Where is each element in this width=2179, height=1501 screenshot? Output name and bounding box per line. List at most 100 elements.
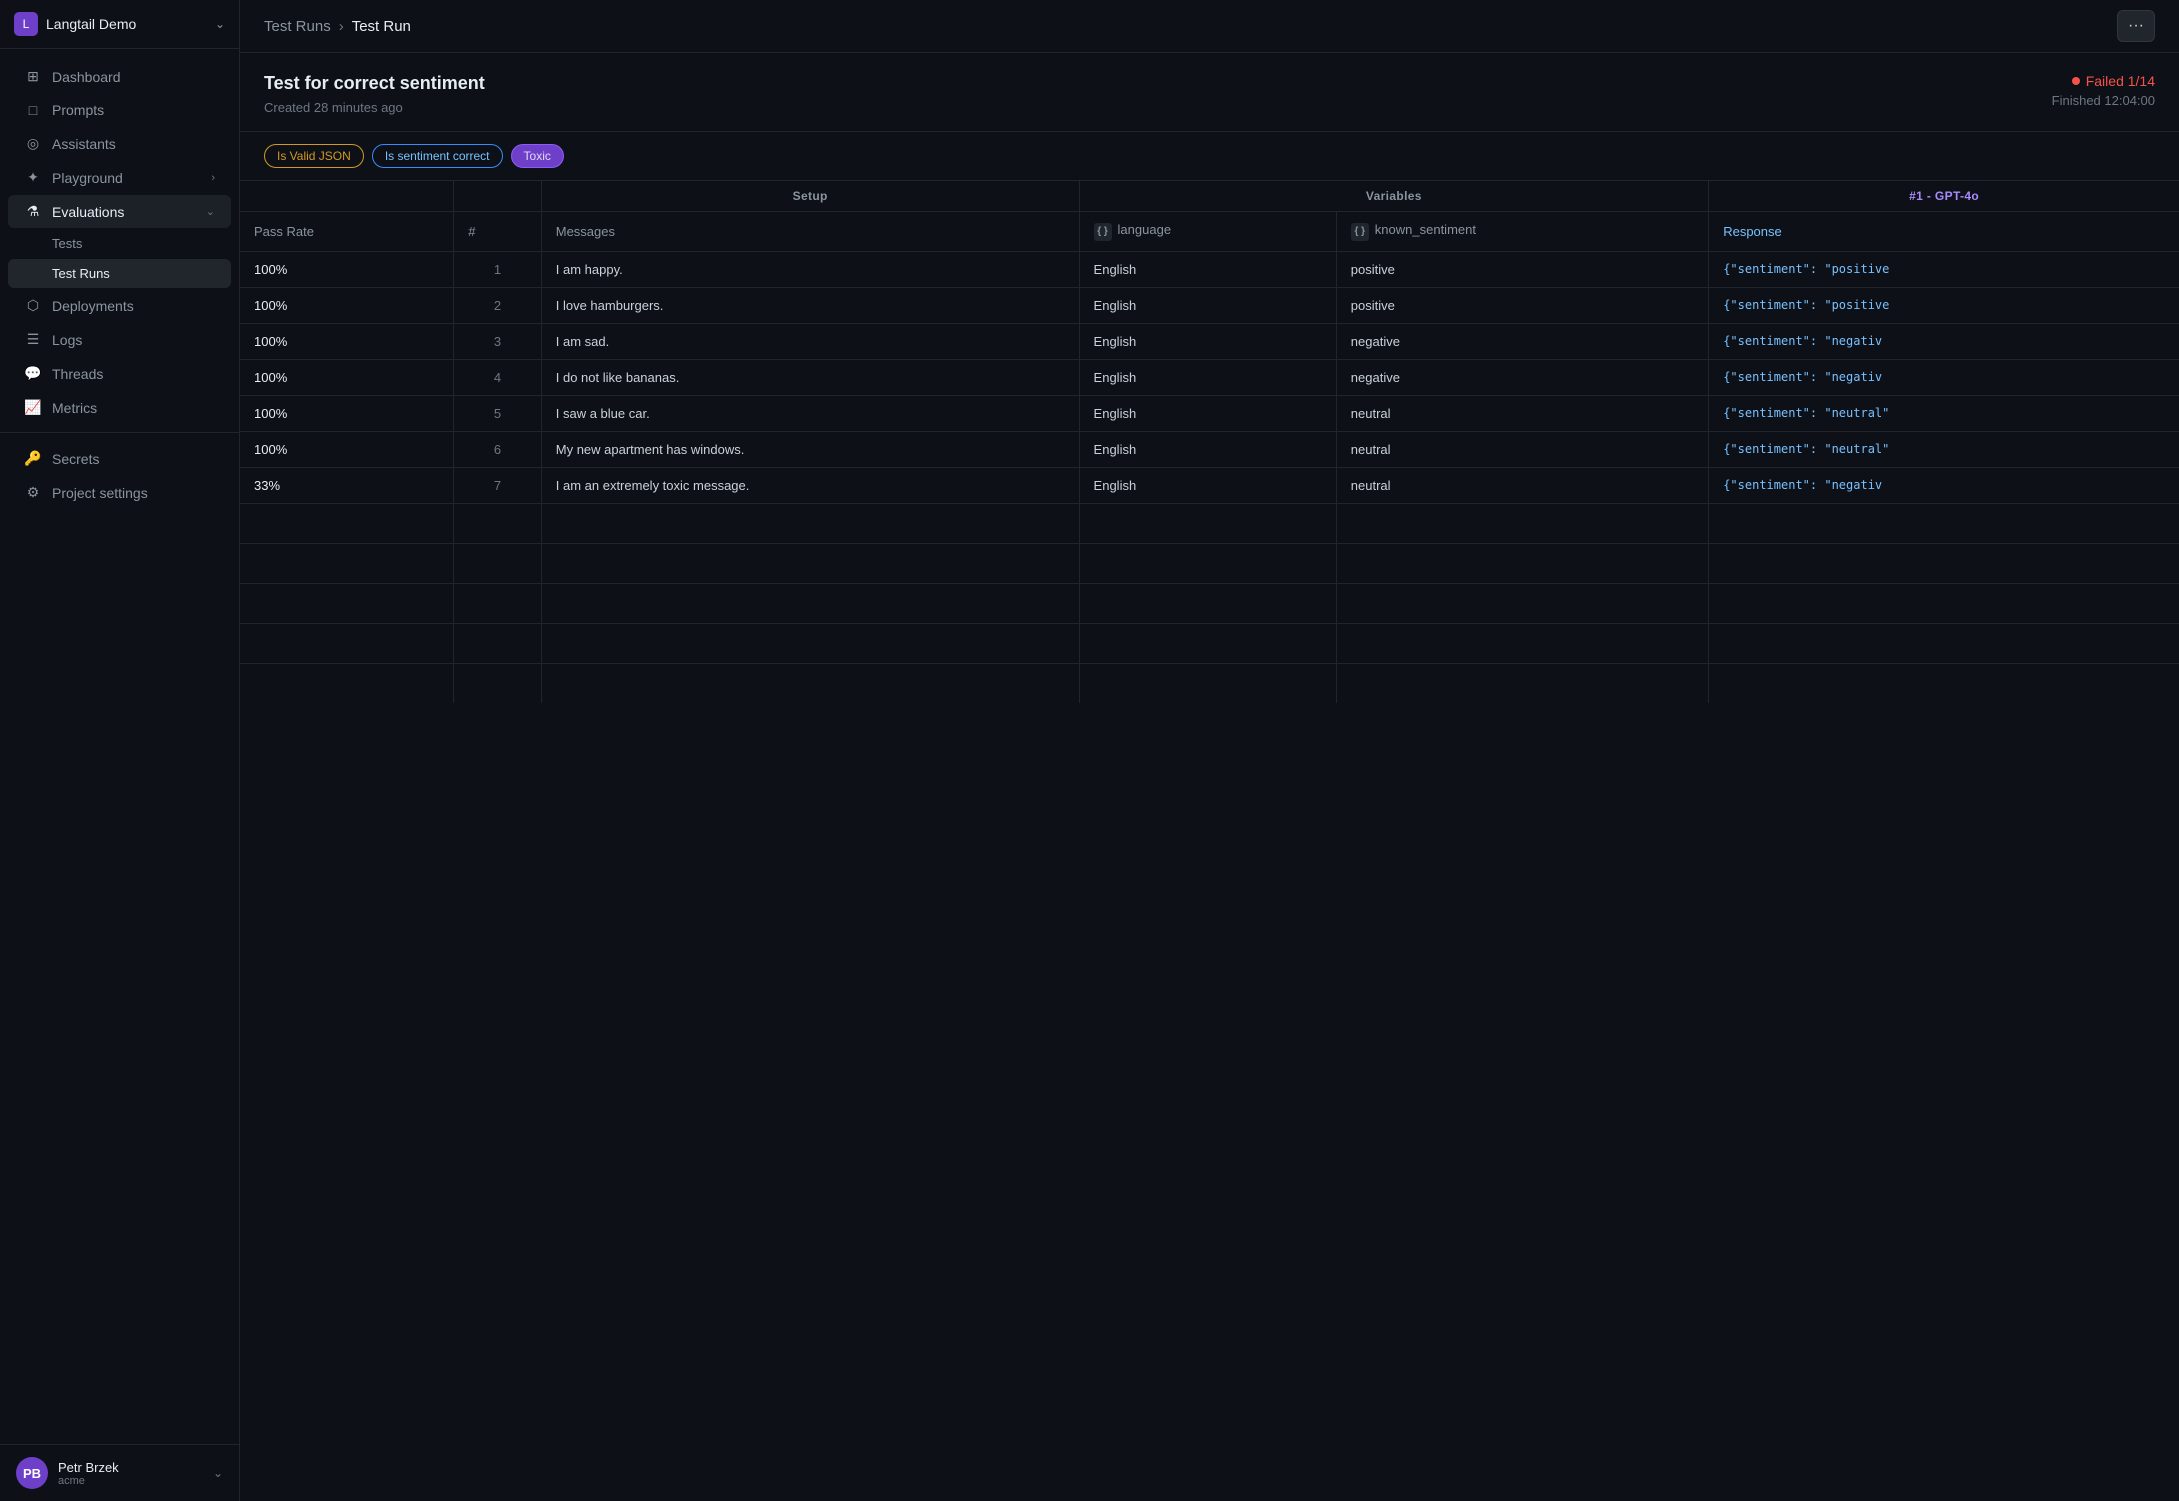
- tags-row: Is Valid JSON Is sentiment correct Toxic: [240, 132, 2179, 181]
- sidebar-item-label: Project settings: [52, 485, 215, 501]
- user-details: Petr Brzek acme: [58, 1460, 119, 1487]
- th-response: Response: [1709, 212, 2179, 252]
- brand[interactable]: L Langtail Demo: [14, 12, 136, 36]
- th-gpt4o-group: #1 - GPT-4o: [1709, 181, 2179, 212]
- cell-message: I am sad.: [541, 323, 1079, 359]
- table-row-empty: [240, 543, 2179, 583]
- more-options-button[interactable]: ···: [2117, 10, 2155, 42]
- cell-response: {"sentiment": "negativ: [1709, 323, 2179, 359]
- cell-pass-rate: 100%: [240, 359, 454, 395]
- cell-language: English: [1079, 323, 1336, 359]
- cell-response: {"sentiment": "positive: [1709, 251, 2179, 287]
- sidebar-item-threads[interactable]: 💬 Threads: [8, 357, 231, 390]
- tag-toxic[interactable]: Toxic: [511, 144, 564, 168]
- cell-message: I saw a blue car.: [541, 395, 1079, 431]
- cell-language: English: [1079, 287, 1336, 323]
- sidebar-item-label: Prompts: [52, 102, 215, 118]
- test-run-status: Failed 1/14 Finished 12:04:00: [2052, 73, 2155, 108]
- table-row[interactable]: 100% 2 I love hamburgers. English positi…: [240, 287, 2179, 323]
- cell-response: {"sentiment": "negativ: [1709, 467, 2179, 503]
- test-run-created: Created 28 minutes ago: [264, 100, 485, 115]
- threads-icon: 💬: [24, 365, 42, 382]
- avatar: PB: [16, 1457, 48, 1489]
- table-row[interactable]: 100% 3 I am sad. English negative {"sent…: [240, 323, 2179, 359]
- cell-pass-rate: 100%: [240, 287, 454, 323]
- cell-language: English: [1079, 395, 1336, 431]
- results-table: Setup Variables #1 - GPT-4o Pass Rate # …: [240, 181, 2179, 703]
- var-icon: { }: [1094, 223, 1112, 241]
- cell-row-num: 1: [454, 251, 542, 287]
- sidebar-item-label: Threads: [52, 366, 215, 382]
- sidebar-item-test-runs[interactable]: Test Runs: [8, 259, 231, 288]
- evaluations-chevron-icon: ⌄: [206, 205, 215, 218]
- cell-message: I am happy.: [541, 251, 1079, 287]
- table-row-empty: [240, 583, 2179, 623]
- sidebar-nav: ⊞ Dashboard □ Prompts ◎ Assistants ✦ Pla…: [0, 49, 239, 1444]
- breadcrumb-current: Test Run: [352, 18, 411, 35]
- cell-known-sentiment: neutral: [1336, 395, 1708, 431]
- sidebar-item-label: Playground: [52, 170, 201, 186]
- status-dot-failed: [2072, 77, 2080, 85]
- sidebar-item-label: Logs: [52, 332, 215, 348]
- cell-message: I am an extremely toxic message.: [541, 467, 1079, 503]
- tests-label: Tests: [52, 236, 82, 251]
- table-row[interactable]: 100% 1 I am happy. English positive {"se…: [240, 251, 2179, 287]
- sidebar-item-label: Dashboard: [52, 69, 215, 85]
- cell-language: English: [1079, 431, 1336, 467]
- status-badge: Failed 1/14: [2072, 73, 2155, 89]
- table-wrapper: Setup Variables #1 - GPT-4o Pass Rate # …: [240, 181, 2179, 703]
- logs-icon: ☰: [24, 331, 42, 348]
- table-row[interactable]: 100% 6 My new apartment has windows. Eng…: [240, 431, 2179, 467]
- sidebar-item-metrics[interactable]: 📈 Metrics: [8, 391, 231, 424]
- sidebar-item-evaluations[interactable]: ⚗ Evaluations ⌄: [8, 195, 231, 228]
- sidebar-item-logs[interactable]: ☰ Logs: [8, 323, 231, 356]
- status-label: Failed 1/14: [2086, 73, 2155, 89]
- sidebar-item-secrets[interactable]: 🔑 Secrets: [8, 442, 231, 475]
- cell-pass-rate: 100%: [240, 323, 454, 359]
- main: Test Runs › Test Run ··· Test for correc…: [240, 0, 2179, 1501]
- tag-is-valid-json[interactable]: Is Valid JSON: [264, 144, 364, 168]
- sidebar-item-assistants[interactable]: ◎ Assistants: [8, 127, 231, 160]
- cell-language: English: [1079, 359, 1336, 395]
- th-setup-group: Setup: [541, 181, 1079, 212]
- cell-known-sentiment: negative: [1336, 323, 1708, 359]
- breadcrumb-separator: ›: [339, 18, 344, 35]
- table-row[interactable]: 100% 5 I saw a blue car. English neutral…: [240, 395, 2179, 431]
- cell-language: English: [1079, 467, 1336, 503]
- sidebar-item-project-settings[interactable]: ⚙ Project settings: [8, 476, 231, 509]
- more-options-icon: ···: [2128, 17, 2144, 35]
- cell-row-num: 3: [454, 323, 542, 359]
- prompts-icon: □: [24, 102, 42, 118]
- table-row-empty: [240, 663, 2179, 703]
- cell-known-sentiment: positive: [1336, 251, 1708, 287]
- cell-message: I love hamburgers.: [541, 287, 1079, 323]
- sidebar-item-deployments[interactable]: ⬡ Deployments: [8, 289, 231, 322]
- table-row[interactable]: 100% 4 I do not like bananas. English ne…: [240, 359, 2179, 395]
- th-num-group: [454, 181, 542, 212]
- sidebar-item-playground[interactable]: ✦ Playground ›: [8, 161, 231, 194]
- cell-response: {"sentiment": "neutral": [1709, 431, 2179, 467]
- breadcrumb-test-runs-link[interactable]: Test Runs: [264, 18, 331, 35]
- metrics-icon: 📈: [24, 399, 42, 416]
- sidebar-footer[interactable]: PB Petr Brzek acme ⌄: [0, 1444, 239, 1501]
- cell-row-num: 4: [454, 359, 542, 395]
- cell-pass-rate: 33%: [240, 467, 454, 503]
- table-row[interactable]: 33% 7 I am an extremely toxic message. E…: [240, 467, 2179, 503]
- sidebar-header[interactable]: L Langtail Demo ⌄: [0, 0, 239, 49]
- th-language: { }language: [1079, 212, 1336, 252]
- cell-known-sentiment: positive: [1336, 287, 1708, 323]
- column-group-row: Setup Variables #1 - GPT-4o: [240, 181, 2179, 212]
- secrets-icon: 🔑: [24, 450, 42, 467]
- cell-language: English: [1079, 251, 1336, 287]
- status-finished: Finished 12:04:00: [2052, 93, 2155, 108]
- nav-divider: [0, 432, 239, 441]
- table-body: 100% 1 I am happy. English positive {"se…: [240, 251, 2179, 703]
- sidebar-item-label: Metrics: [52, 400, 215, 416]
- user-chevron-icon: ⌄: [213, 1466, 223, 1480]
- brand-label: Langtail Demo: [46, 16, 136, 32]
- sidebar-item-prompts[interactable]: □ Prompts: [8, 94, 231, 126]
- sidebar-item-dashboard[interactable]: ⊞ Dashboard: [8, 60, 231, 93]
- brand-icon: L: [14, 12, 38, 36]
- sidebar-item-tests[interactable]: Tests: [8, 229, 231, 258]
- tag-is-sentiment-correct[interactable]: Is sentiment correct: [372, 144, 503, 168]
